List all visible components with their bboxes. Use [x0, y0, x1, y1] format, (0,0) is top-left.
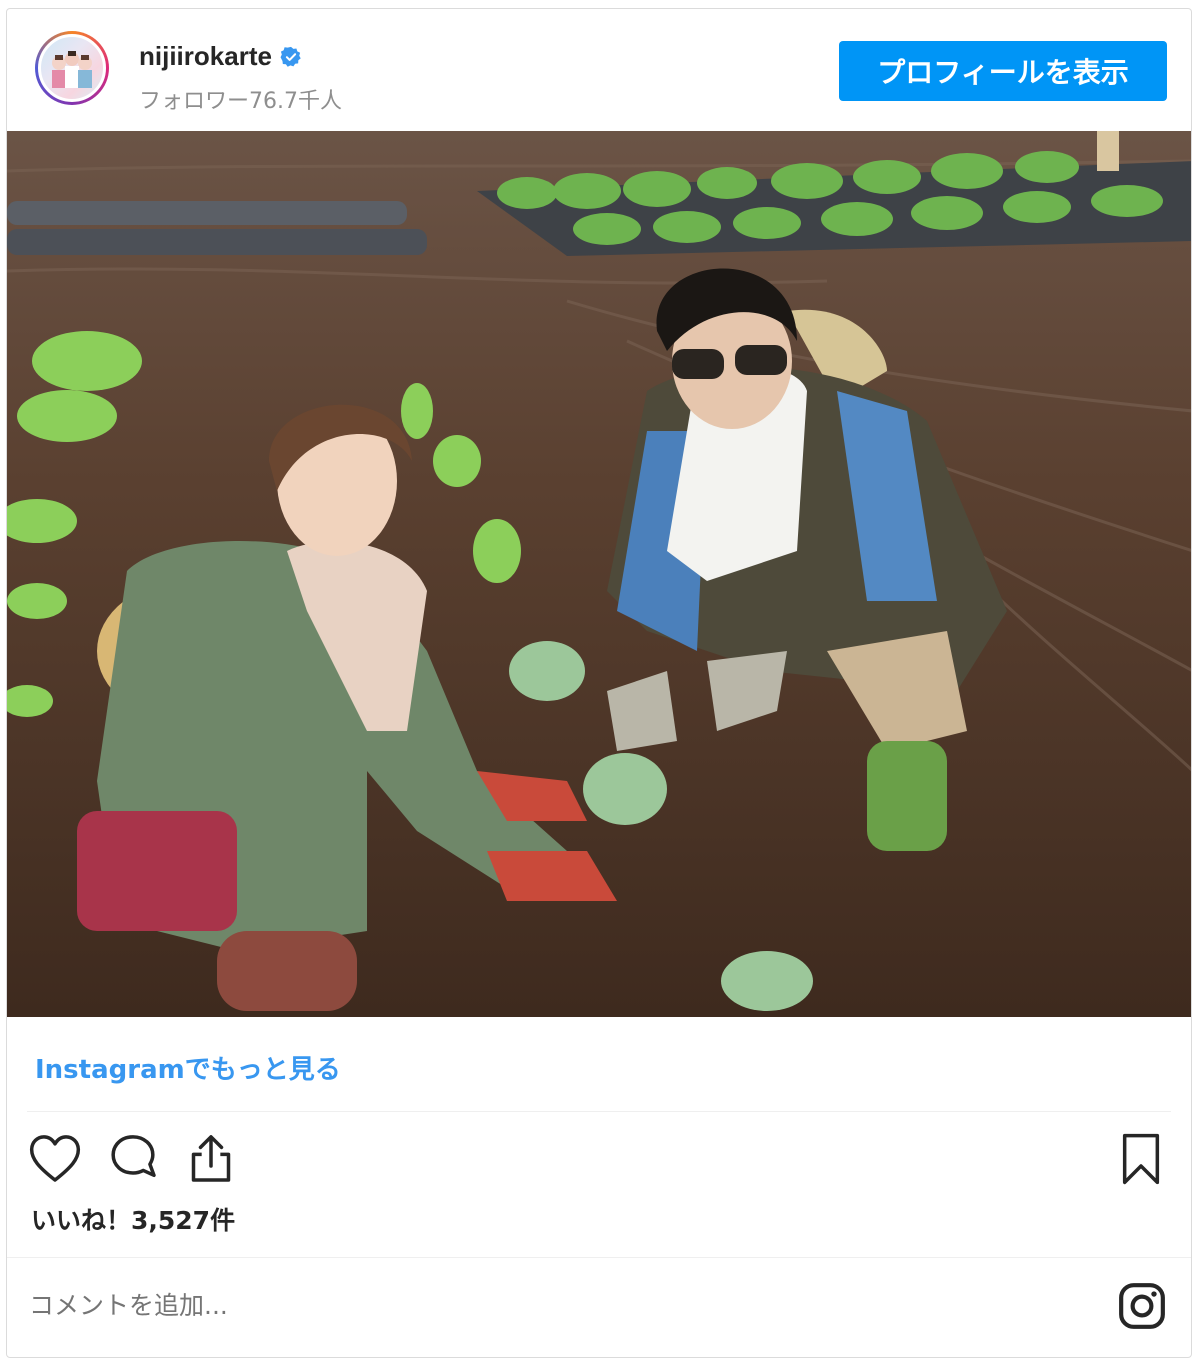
- comment-bubble-icon[interactable]: [105, 1131, 161, 1187]
- post-header: nijiirokarte フォロワー76.7千人 プロフィールを表示: [7, 9, 1191, 131]
- view-profile-button[interactable]: プロフィールを表示: [839, 41, 1167, 101]
- username[interactable]: nijiirokarte: [139, 41, 272, 72]
- farm-photo-illustration: [7, 131, 1191, 1017]
- post-photo[interactable]: [7, 131, 1191, 1017]
- bookmark-icon[interactable]: [1113, 1131, 1169, 1187]
- comment-input[interactable]: [29, 1277, 1089, 1333]
- action-bar: [7, 1125, 1191, 1195]
- heart-icon[interactable]: [27, 1131, 83, 1187]
- profile-avatar[interactable]: [35, 31, 109, 105]
- view-more-on-instagram-link[interactable]: Instagramでもっと見る: [35, 1049, 341, 1086]
- share-icon[interactable]: [183, 1131, 239, 1187]
- username-row: nijiirokarte: [139, 41, 302, 72]
- avatar-image: [38, 34, 106, 102]
- instagram-embed-card: nijiirokarte フォロワー76.7千人 プロフィールを表示 Insta…: [6, 8, 1192, 1358]
- divider: [7, 1257, 1191, 1258]
- instagram-logo-icon[interactable]: [1117, 1281, 1167, 1331]
- like-count[interactable]: いいね！3,527件: [31, 1201, 235, 1237]
- verified-badge-icon: [280, 46, 301, 67]
- divider: [27, 1111, 1171, 1112]
- follower-count: フォロワー76.7千人: [139, 89, 342, 114]
